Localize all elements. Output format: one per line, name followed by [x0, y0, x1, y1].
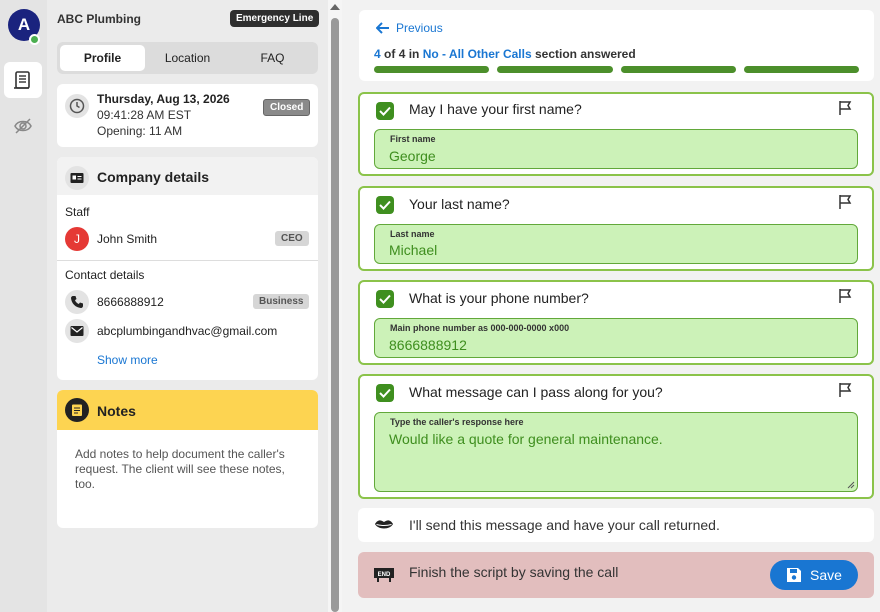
message-textarea[interactable]: Type the caller's response here Would li… [374, 412, 858, 492]
staff-label: Staff [65, 205, 90, 219]
tab-faq[interactable]: FAQ [230, 45, 315, 71]
phone-number-field[interactable]: Main phone number as 000-000-0000 x000 8… [374, 318, 858, 358]
contact-details-label: Contact details [65, 268, 145, 282]
clock-icon [65, 94, 89, 118]
opening-time: Opening: 11 AM [97, 124, 183, 138]
notes-card: Notes Add notes to help document the cal… [57, 390, 318, 528]
question-card: May I have your first name? First name G… [358, 92, 874, 176]
field-value: George [389, 148, 436, 164]
scroll-up-icon[interactable] [330, 4, 340, 10]
save-button[interactable]: Save [770, 560, 858, 590]
finish-script-card: END Finish the script by saving the call… [358, 552, 874, 598]
save-icon [787, 568, 802, 582]
company-details-card: Company details Staff J John Smith CEO C… [57, 157, 318, 380]
question-text: May I have your first name? [409, 101, 582, 117]
script-message: I'll send this message and have your cal… [409, 517, 720, 533]
question-text: Your last name? [409, 196, 510, 212]
resize-handle-icon[interactable] [847, 481, 855, 489]
answered-check-icon [376, 384, 394, 402]
progress-segment [497, 66, 613, 73]
email-icon [65, 319, 89, 343]
question-card: Your last name? Last name Michael [358, 186, 874, 271]
staff-name[interactable]: John Smith [97, 232, 157, 246]
progress-of: of 4 in [384, 47, 420, 61]
flag-icon[interactable] [838, 288, 852, 307]
progress-current: 4 [374, 47, 381, 61]
progress-suffix: section answered [534, 47, 636, 61]
answered-check-icon [376, 290, 394, 308]
last-name-field[interactable]: Last name Michael [374, 224, 858, 264]
progress-segment [374, 66, 490, 73]
question-card: What is your phone number? Main phone nu… [358, 280, 874, 365]
first-name-field[interactable]: First name George [374, 129, 858, 169]
field-label: Type the caller's response here [390, 417, 524, 427]
company-details-title: Company details [97, 169, 210, 185]
svg-text:END: END [378, 572, 391, 578]
online-status-dot [29, 34, 40, 45]
previous-button[interactable]: Previous [376, 21, 443, 35]
current-time: 09:41:28 AM EST [97, 108, 192, 122]
id-card-icon [65, 166, 89, 190]
scrollbar-thumb[interactable] [331, 18, 339, 612]
question-text: What message can I pass along for you? [409, 384, 663, 400]
progress-segment [743, 66, 859, 73]
show-more-link[interactable]: Show more [97, 353, 158, 367]
staff-initial: J [74, 232, 80, 246]
notes-title: Notes [97, 403, 136, 419]
answered-check-icon [376, 196, 394, 214]
finish-text: Finish the script by saving the call [409, 564, 619, 580]
flag-icon[interactable] [838, 194, 852, 213]
progress-text: 4 of 4 in No - All Other Calls section a… [374, 47, 636, 61]
field-label: First name [390, 134, 436, 144]
staff-role-badge: CEO [275, 231, 309, 246]
answered-check-icon [376, 102, 394, 120]
emergency-line-badge[interactable]: Emergency Line [230, 10, 320, 27]
contact-phone[interactable]: 8666888912 [97, 295, 164, 309]
question-card: What message can I pass along for you? T… [358, 374, 874, 499]
script-progress-card: Previous 4 of 4 in No - All Other Calls … [359, 10, 874, 81]
previous-label: Previous [396, 21, 443, 35]
company-name: ABC Plumbing [57, 12, 141, 26]
eye-off-icon [14, 118, 32, 134]
notes-icon [65, 398, 89, 422]
avatar-initial: A [17, 15, 31, 34]
field-label: Last name [390, 229, 435, 239]
hidden-nav-button[interactable] [4, 108, 42, 144]
script-nav-button[interactable] [4, 62, 42, 98]
flag-icon[interactable] [838, 100, 852, 119]
tab-location[interactable]: Location [145, 45, 230, 71]
lips-icon [375, 520, 393, 529]
end-sign-icon: END [374, 568, 394, 582]
staff-avatar: J [65, 227, 89, 251]
status-badge: Closed [263, 99, 311, 116]
progress-section[interactable]: No - All Other Calls [423, 47, 532, 61]
business-hours-card: Thursday, Aug 13, 2026 09:41:28 AM EST O… [57, 84, 318, 147]
current-date: Thursday, Aug 13, 2026 [97, 92, 230, 106]
flag-icon[interactable] [838, 382, 852, 401]
field-label: Main phone number as 000-000-0000 x000 [390, 323, 570, 333]
left-rail: A [0, 0, 47, 612]
contact-email[interactable]: abcplumbingandhvac@gmail.com [97, 324, 277, 338]
progress-segment [620, 66, 736, 73]
panel-tabs: Profile Location FAQ [57, 42, 318, 74]
tab-profile[interactable]: Profile [60, 45, 145, 71]
save-label: Save [810, 567, 842, 583]
script-message-card: I'll send this message and have your cal… [358, 508, 874, 542]
phone-icon [65, 290, 89, 314]
question-text: What is your phone number? [409, 290, 589, 306]
script-scroll-icon [14, 71, 30, 89]
account-panel: ABC Plumbing Emergency Line Profile Loca… [47, 0, 328, 612]
notes-textarea[interactable]: Add notes to help document the caller's … [75, 447, 295, 492]
field-value: Would like a quote for general maintenan… [389, 431, 663, 447]
field-value: Michael [389, 242, 438, 258]
arrow-left-icon [376, 22, 389, 34]
divider [57, 260, 318, 261]
field-value: 8666888912 [389, 337, 467, 353]
phone-type-badge: Business [253, 294, 310, 309]
